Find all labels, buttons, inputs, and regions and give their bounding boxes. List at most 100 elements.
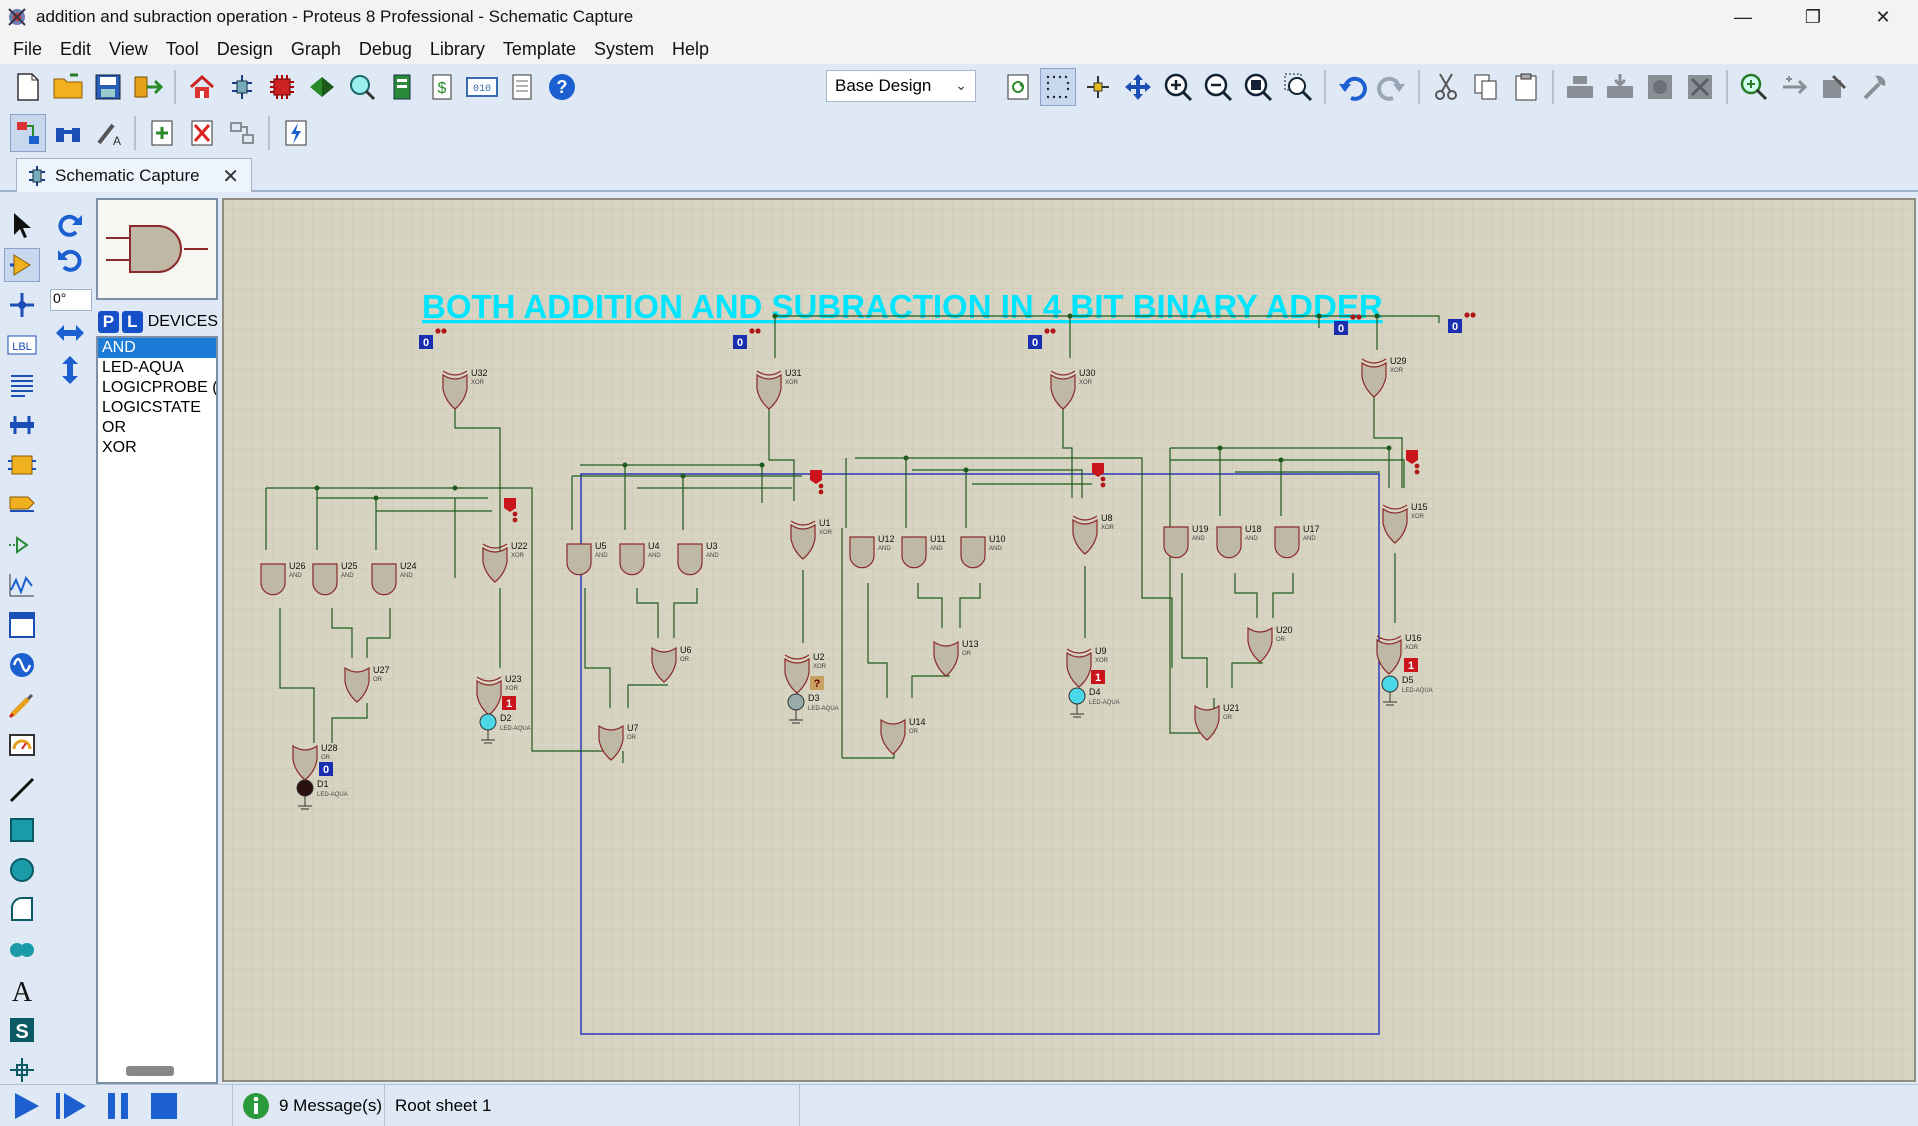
wire-label-icon[interactable]: LBL xyxy=(4,328,40,362)
exit-to-parent-icon[interactable] xyxy=(224,114,260,152)
buses-icon[interactable] xyxy=(4,408,40,442)
tab-schematic-capture[interactable]: Schematic Capture ✕ xyxy=(16,158,252,192)
messages-indicator[interactable]: 9 Message(s) xyxy=(232,1085,382,1126)
schematic-canvas[interactable]: BOTH ADDITION AND SUBRACTION IN 4 BIT BI… xyxy=(222,198,1916,1082)
pause-button[interactable] xyxy=(98,1088,138,1124)
wire-autorouter-icon[interactable] xyxy=(10,114,46,152)
close-button[interactable]: ✕ xyxy=(1848,0,1918,34)
subcircuit-icon[interactable] xyxy=(4,448,40,482)
device-item-led-aqua[interactable]: LED-AQUA xyxy=(98,358,216,378)
block-rotate-icon[interactable] xyxy=(1642,68,1678,106)
rotate-anticlockwise-icon[interactable] xyxy=(52,243,88,277)
source-code-icon[interactable]: 010 xyxy=(464,68,500,106)
copy-icon[interactable] xyxy=(1468,68,1504,106)
pan-icon[interactable] xyxy=(1120,68,1156,106)
terminals-icon[interactable] xyxy=(4,488,40,522)
menu-library[interactable]: Library xyxy=(421,34,494,64)
virtual-instruments-icon[interactable] xyxy=(4,728,40,762)
menu-edit[interactable]: Edit xyxy=(51,34,100,64)
minimize-button[interactable]: — xyxy=(1708,0,1778,34)
rotate-clockwise-icon[interactable] xyxy=(52,208,88,242)
menu-design[interactable]: Design xyxy=(208,34,282,64)
menu-help[interactable]: Help xyxy=(663,34,718,64)
paste-icon[interactable] xyxy=(1508,68,1544,106)
toggle-grid-icon[interactable] xyxy=(1040,68,1076,106)
bill-of-materials-icon[interactable]: $ xyxy=(424,68,460,106)
gerber-viewer-icon[interactable] xyxy=(344,68,380,106)
schematic-editor[interactable]: BOTH ADDITION AND SUBRACTION IN 4 BIT BI… xyxy=(222,198,1916,1082)
redo-icon[interactable] xyxy=(1374,68,1410,106)
generator-mode-icon[interactable] xyxy=(4,648,40,682)
home-icon[interactable] xyxy=(184,68,220,106)
import-icon[interactable] xyxy=(130,68,166,106)
cut-icon[interactable] xyxy=(1428,68,1464,106)
block-move-icon[interactable] xyxy=(1602,68,1638,106)
text-tool-icon[interactable]: A xyxy=(4,973,40,1007)
menu-debug[interactable]: Debug xyxy=(350,34,421,64)
step-button[interactable] xyxy=(52,1088,92,1124)
tape-recorder-icon[interactable] xyxy=(4,608,40,642)
text-script-icon[interactable] xyxy=(4,368,40,402)
device-item-and[interactable]: AND xyxy=(98,338,216,358)
decompose-icon[interactable] xyxy=(1856,68,1892,106)
schematic-heading[interactable]: BOTH ADDITION AND SUBRACTION IN 4 BIT BI… xyxy=(422,288,1383,325)
marker-tool-icon[interactable] xyxy=(4,1053,40,1087)
maximize-button[interactable]: ❐ xyxy=(1778,0,1848,34)
menu-template[interactable]: Template xyxy=(494,34,585,64)
pick-device-icon[interactable] xyxy=(1736,68,1772,106)
schematic-capture-icon[interactable] xyxy=(224,68,260,106)
3d-visualizer-icon[interactable] xyxy=(304,68,340,106)
design-explorer-icon[interactable] xyxy=(384,68,420,106)
box-tool-icon[interactable] xyxy=(4,813,40,847)
device-item-or[interactable]: OR xyxy=(98,418,216,438)
tab-close-icon[interactable]: ✕ xyxy=(222,164,239,189)
menu-view[interactable]: View xyxy=(100,34,157,64)
open-folder-icon[interactable] xyxy=(50,68,86,106)
probe-mode-icon[interactable] xyxy=(4,688,40,722)
refresh-icon[interactable] xyxy=(1000,68,1036,106)
undo-icon[interactable] xyxy=(1334,68,1370,106)
help-icon[interactable]: ? xyxy=(544,68,580,106)
library-manager-button[interactable]: L xyxy=(121,311,143,333)
stop-button[interactable] xyxy=(144,1088,184,1124)
path-tool-icon[interactable] xyxy=(4,933,40,967)
pick-from-libraries-button[interactable]: P xyxy=(98,311,119,333)
new-sheet-icon[interactable] xyxy=(144,114,180,152)
component-mode-icon[interactable] xyxy=(4,248,40,282)
remove-sheet-icon[interactable] xyxy=(184,114,220,152)
play-button[interactable] xyxy=(6,1088,46,1124)
graph-mode-icon[interactable] xyxy=(4,568,40,602)
design-variant-select[interactable]: Base Design ⌄ xyxy=(826,70,976,102)
zoom-area-icon[interactable] xyxy=(1280,68,1316,106)
block-copy-icon[interactable] xyxy=(1562,68,1598,106)
device-item-xor[interactable]: XOR xyxy=(98,438,216,458)
make-device-icon[interactable] xyxy=(1776,68,1812,106)
zoom-all-icon[interactable] xyxy=(1240,68,1276,106)
device-item-logicstate[interactable]: LOGICSTATE xyxy=(98,398,216,418)
mirror-vertical-icon[interactable] xyxy=(52,353,88,387)
origin-icon[interactable] xyxy=(1080,68,1116,106)
rotation-angle-input[interactable]: 0° xyxy=(50,289,92,311)
packaging-tool-icon[interactable] xyxy=(1816,68,1852,106)
block-delete-icon[interactable] xyxy=(1682,68,1718,106)
menu-tool[interactable]: Tool xyxy=(157,34,208,64)
menu-graph[interactable]: Graph xyxy=(282,34,350,64)
electrical-rule-check-icon[interactable] xyxy=(278,114,314,152)
notes-icon[interactable] xyxy=(504,68,540,106)
selection-mode-icon[interactable] xyxy=(4,208,40,242)
pcb-layout-icon[interactable] xyxy=(264,68,300,106)
zoom-in-icon[interactable] xyxy=(1160,68,1196,106)
mirror-horizontal-icon[interactable] xyxy=(52,316,88,350)
line-tool-icon[interactable] xyxy=(4,773,40,807)
junction-dot-icon[interactable] xyxy=(4,288,40,322)
horizontal-scrollbar-thumb[interactable] xyxy=(126,1066,174,1076)
zoom-out-icon[interactable] xyxy=(1200,68,1236,106)
menu-system[interactable]: System xyxy=(585,34,663,64)
device-item-logicprobe[interactable]: LOGICPROBE ( xyxy=(98,378,216,398)
device-pins-icon[interactable] xyxy=(4,528,40,562)
symbol-tool-icon[interactable]: S xyxy=(4,1013,40,1047)
new-file-icon[interactable] xyxy=(10,68,46,106)
save-icon[interactable] xyxy=(90,68,126,106)
property-assignment-icon[interactable]: A xyxy=(90,114,126,152)
circle-tool-icon[interactable] xyxy=(4,853,40,887)
